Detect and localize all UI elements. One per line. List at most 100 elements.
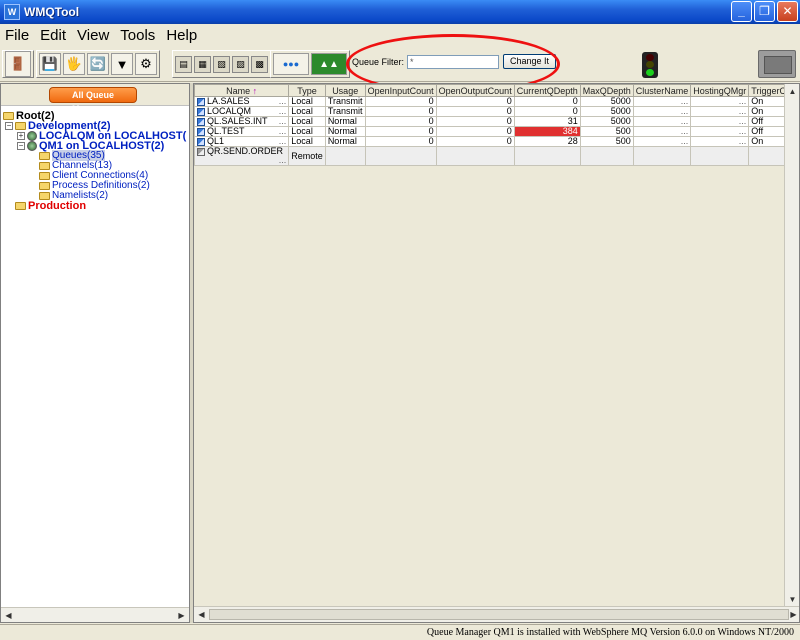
title-bar: W WMQTool _ ❐ ✕: [0, 0, 800, 24]
monitor-icon[interactable]: [758, 50, 796, 78]
column-header-type[interactable]: Type: [288, 84, 326, 97]
table-vertical-scrollbar[interactable]: ▲ ▼: [784, 84, 799, 608]
expand-icon[interactable]: +: [17, 132, 25, 140]
filter-icon[interactable]: ▼: [111, 53, 133, 75]
view-browse-icon[interactable]: ▨: [232, 55, 249, 73]
table-row[interactable]: LA.SALES... Local Transmit 0 0 0 5000 ..…: [194, 96, 799, 107]
queue-table: Name ↑ Type Usage OpenInputCount OpenOut…: [194, 84, 799, 166]
connect-icon[interactable]: 🖐: [63, 53, 85, 75]
table-row[interactable]: QL1... Local Normal 0 0 28 500 ... ... O…: [194, 136, 799, 147]
column-header-usage[interactable]: Usage: [324, 84, 366, 97]
maximize-button[interactable]: ❐: [754, 1, 775, 22]
save-icon[interactable]: 💾: [39, 53, 61, 75]
scroll-right-icon[interactable]: ▶: [786, 607, 799, 622]
cell-open-input: [364, 146, 437, 166]
cell-max-depth: 500: [579, 136, 634, 147]
queue-manager-icon: [27, 141, 37, 151]
view-get-icon[interactable]: ▧: [213, 55, 230, 73]
cell-cluster-name: ...: [632, 136, 692, 147]
status-bar: Queue Manager QM1 is installed with WebS…: [0, 624, 800, 640]
cell-name: QL.SALES.INT...: [194, 116, 290, 127]
app-icon: W: [4, 4, 20, 20]
cell-name: LOCALQM...: [194, 106, 290, 117]
cell-current-depth: 31: [513, 116, 581, 127]
tree-pane: All Queue Managers Root(2) − Development…: [0, 83, 190, 623]
folder-icon: [15, 202, 26, 210]
cell-type: Local: [288, 96, 326, 107]
scroll-right-icon[interactable]: ▶: [174, 608, 189, 623]
local-queue-icon: [197, 97, 205, 106]
queue-manager-status-icon[interactable]: ●●●: [273, 53, 309, 75]
cell-usage: Normal: [324, 126, 366, 137]
table-row[interactable]: QL.SALES.INT... Local Normal 0 0 31 5000…: [194, 116, 799, 127]
table-horizontal-scrollbar[interactable]: ◀ ▶: [194, 606, 799, 622]
chart-view-icon[interactable]: ▲▲: [311, 53, 347, 75]
minimize-button[interactable]: _: [731, 1, 752, 22]
collapse-icon[interactable]: −: [5, 122, 13, 130]
scrollbar-thumb[interactable]: [209, 609, 789, 620]
refresh-icon[interactable]: 🔄: [87, 53, 109, 75]
queue-name: QR.SEND.ORDER: [207, 146, 284, 156]
remote-queue-icon: [197, 147, 205, 156]
cell-open-output: 0: [435, 116, 515, 127]
window-controls: _ ❐ ✕: [731, 1, 798, 22]
column-header-hosting-qmgr[interactable]: HostingQMgr: [690, 84, 750, 97]
cell-current-depth: 0: [513, 96, 581, 107]
view-chart-icon[interactable]: ▤: [175, 55, 192, 73]
folder-icon: [15, 122, 26, 130]
toolbar-group-exit: 🚪: [2, 50, 34, 78]
table-row[interactable]: QR.SEND.ORDER... Remote: [194, 146, 799, 166]
scroll-left-icon[interactable]: ◀: [1, 608, 16, 623]
menu-view[interactable]: View: [72, 27, 115, 44]
cell-cluster-name: ...: [632, 126, 692, 137]
tree-label-production: Production: [28, 200, 87, 212]
folder-icon: [3, 112, 14, 120]
cell-open-input: 0: [364, 126, 437, 137]
cell-usage: Normal: [324, 116, 366, 127]
cell-hosting-qmgr: ...: [690, 136, 750, 147]
folder-icon: [39, 191, 50, 200]
status-text: Queue Manager QM1 is installed with WebS…: [426, 627, 794, 638]
close-button[interactable]: ✕: [777, 1, 798, 22]
menu-tools[interactable]: Tools: [115, 27, 161, 44]
scroll-up-icon[interactable]: ▲: [785, 84, 799, 99]
tree-horizontal-scrollbar[interactable]: ◀ ▶: [1, 607, 189, 622]
menu-help[interactable]: Help: [161, 27, 203, 44]
cell-type: Local: [288, 116, 326, 127]
collapse-icon[interactable]: −: [17, 142, 25, 150]
settings-icon[interactable]: ⚙: [135, 53, 157, 75]
cell-name: QL.TEST...: [194, 126, 290, 137]
queue-name: QL.TEST: [207, 126, 245, 136]
scroll-left-icon[interactable]: ◀: [194, 607, 209, 622]
column-header-cluster-name[interactable]: ClusterName: [632, 84, 692, 97]
cell-open-output: 0: [435, 126, 515, 137]
scroll-down-icon[interactable]: ▼: [785, 592, 799, 607]
column-header-current-q-depth[interactable]: CurrentQDepth: [513, 84, 581, 97]
menu-edit[interactable]: Edit: [35, 27, 72, 44]
cell-max-depth: 5000: [579, 96, 634, 107]
local-queue-icon: [197, 127, 205, 136]
cell-open-input: 0: [364, 96, 437, 107]
cell-current-depth: 0: [513, 106, 581, 117]
view-put-icon[interactable]: ▦: [194, 55, 211, 73]
exit-door-icon[interactable]: 🚪: [5, 51, 31, 77]
cell-hosting-qmgr: [690, 146, 750, 166]
cell-open-output: [435, 146, 515, 166]
queue-name: LOCALQM: [207, 106, 252, 116]
column-header-open-input-count[interactable]: OpenInputCount: [364, 84, 437, 97]
column-header-max-q-depth[interactable]: MaxQDepth: [579, 84, 634, 97]
table-header-row: Name ↑ Type Usage OpenInputCount OpenOut…: [194, 84, 799, 97]
cell-max-depth: 500: [579, 126, 634, 137]
cell-type: Local: [288, 126, 326, 137]
cell-name: QL1...: [194, 136, 290, 147]
cell-usage: Normal: [324, 136, 366, 147]
table-row[interactable]: QL.TEST... Local Normal 0 0 384 500 ... …: [194, 126, 799, 137]
tree-node-production[interactable]: Production: [15, 200, 86, 212]
column-header-open-output-count[interactable]: OpenOutputCount: [435, 84, 515, 97]
table-row[interactable]: LOCALQM... Local Transmit 0 0 0 5000 ...…: [194, 106, 799, 117]
menu-file[interactable]: File: [0, 27, 35, 44]
all-queue-managers-button[interactable]: All Queue Managers: [49, 87, 137, 114]
cell-usage: Transmit: [324, 106, 366, 117]
view-clear-icon[interactable]: ▩: [251, 55, 268, 73]
column-header-name[interactable]: Name ↑: [194, 84, 290, 97]
